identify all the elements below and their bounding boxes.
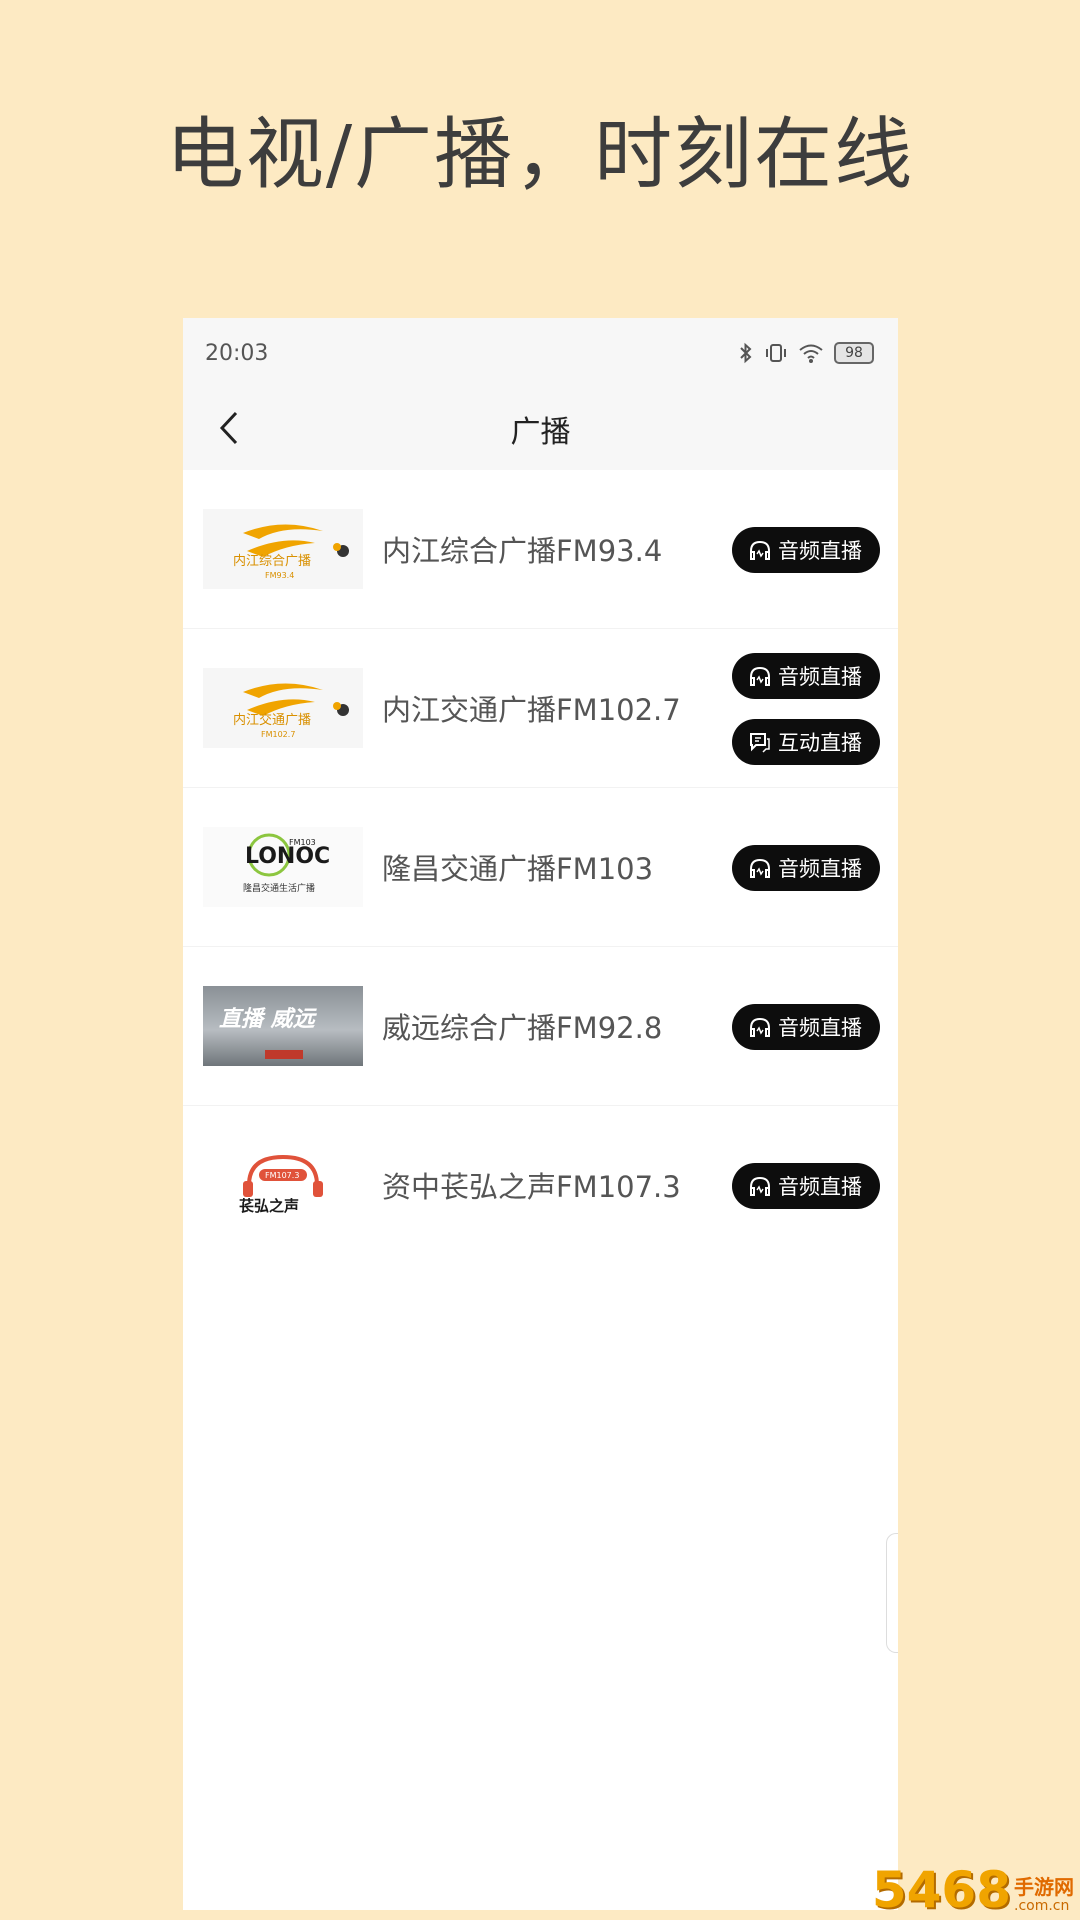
station-name: 内江综合广播FM93.4 [382, 534, 663, 568]
status-bar: 20:03 98 [183, 318, 898, 388]
button-label: 音频直播 [778, 1015, 862, 1040]
nav-bar: 广播 [183, 388, 898, 470]
audio-live-button[interactable]: 音频直播 [732, 844, 880, 891]
station-logo: LONOC FM103 隆昌交通生活广播 [203, 827, 363, 907]
button-label: 音频直播 [778, 664, 862, 689]
station-actions: 音频直播 [732, 470, 880, 629]
station-actions: 音频直播 互动直播 [732, 629, 880, 788]
watermark-domain: .com.cn [1014, 1898, 1070, 1914]
station-logo: 内江交通广播 FM102.7 [203, 668, 363, 748]
bluetooth-icon [740, 342, 752, 364]
logo-text: LONOC [245, 844, 330, 869]
promo-headline: 电视/广播，时刻在线 [165, 110, 915, 200]
station-row[interactable]: 内江交通广播 FM102.7 内江交通广播FM102.7 音频直播 互动直播 [183, 629, 898, 788]
status-icons: 98 [738, 341, 874, 365]
side-drawer-handle[interactable] [886, 1533, 898, 1653]
watermark-logo: 5468 手游网 .com.cn [871, 1861, 1074, 1919]
logo-text: 内江交通广播 [233, 712, 311, 728]
station-row[interactable]: FM107.3 苌弘之声 资中苌弘之声FM107.3 音频直播 [183, 1106, 898, 1265]
headphones-icon [750, 1017, 770, 1037]
watermark-text: 手游网 .com.cn [1014, 1876, 1074, 1914]
station-logo: FM107.3 苌弘之声 [203, 1145, 363, 1225]
status-time: 20:03 [205, 340, 269, 366]
audio-live-button[interactable]: 音频直播 [732, 526, 880, 573]
station-name: 威远综合广播FM92.8 [382, 1011, 663, 1045]
button-label: 音频直播 [778, 1174, 862, 1199]
back-button[interactable] [209, 408, 249, 448]
station-row[interactable]: 直播 威远 威远综合广播FM92.8 音频直播 [183, 947, 898, 1106]
phone-screen: 20:03 98 广播 内江综合广播 FM93.4 内江综合广播FM93.4 音… [183, 318, 898, 1910]
button-label: 音频直播 [778, 856, 862, 881]
chevron-left-icon [219, 411, 238, 445]
station-logo: 直播 威远 [203, 986, 363, 1066]
audio-live-button[interactable]: 音频直播 [732, 1162, 880, 1209]
button-label: 音频直播 [778, 538, 862, 563]
headphones-icon [750, 540, 770, 560]
watermark-name: 手游网 [1014, 1875, 1074, 1899]
logo-tag: FM103 [289, 838, 316, 847]
page-title: 广播 [510, 415, 571, 450]
logo-text: 内江综合广播 [233, 553, 311, 569]
interactive-live-button[interactable]: 互动直播 [732, 718, 880, 765]
headphones-icon [750, 666, 770, 686]
logo-sub: 隆昌交通生活广播 [243, 882, 315, 894]
station-actions: 音频直播 [732, 947, 880, 1106]
station-name: 隆昌交通广播FM103 [382, 852, 654, 886]
logo-sub: FM93.4 [265, 571, 294, 580]
station-list: 内江综合广播 FM93.4 内江综合广播FM93.4 音频直播 内江交通广播 F… [183, 470, 898, 1265]
station-row[interactable]: 内江综合广播 FM93.4 内江综合广播FM93.4 音频直播 [183, 470, 898, 629]
station-row[interactable]: LONOC FM103 隆昌交通生活广播 隆昌交通广播FM103 音频直播 [183, 788, 898, 947]
station-actions: 音频直播 [732, 1106, 880, 1265]
chat-icon [750, 732, 770, 753]
station-actions: 音频直播 [732, 788, 880, 947]
station-name: 资中苌弘之声FM107.3 [382, 1170, 681, 1204]
station-logo: 内江综合广播 FM93.4 [203, 509, 363, 589]
battery-indicator: 98 [834, 342, 874, 364]
logo-tag: FM107.3 [265, 1171, 299, 1180]
headphones-icon [750, 858, 770, 878]
logo-text: 苌弘之声 [239, 1197, 299, 1215]
vibrate-icon [766, 344, 786, 362]
logo-sub: FM102.7 [261, 730, 295, 739]
wifi-icon [799, 344, 823, 363]
audio-live-button[interactable]: 音频直播 [732, 652, 880, 699]
station-name: 内江交通广播FM102.7 [382, 693, 681, 727]
audio-live-button[interactable]: 音频直播 [732, 1003, 880, 1050]
button-label: 互动直播 [778, 730, 862, 755]
watermark-number: 5468 [871, 1861, 1011, 1919]
headphones-icon [750, 1176, 770, 1196]
logo-text: 直播 威远 [219, 1007, 318, 1032]
